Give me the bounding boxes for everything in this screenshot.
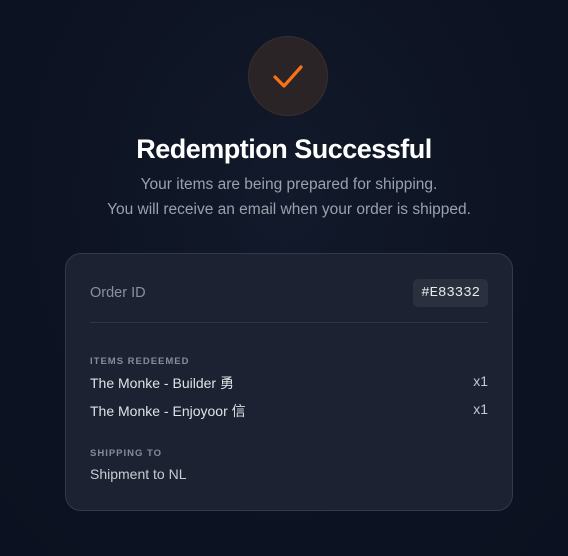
order-id-label: Order ID [90,285,146,301]
list-item: The Monke - Enjoyoor 信 x1 [90,401,488,421]
shipping-destination: Shipment to NL [90,466,187,482]
shipping-to-label: SHIPPING TO [90,448,163,459]
checkmark-icon [273,65,303,88]
item-quantity: x1 [473,373,488,389]
item-name: The Monke - Enjoyoor 信 [90,403,246,419]
items-redeemed-label: ITEMS REDEEMED [90,356,190,367]
order-id-row: Order ID #E83332 [90,278,488,308]
divider [90,322,488,323]
page-title: Redemption Successful [136,134,432,164]
list-item: The Monke - Builder 勇 x1 [90,373,488,393]
order-id-value[interactable]: #E83332 [413,279,488,307]
item-quantity: x1 [473,401,488,417]
order-summary-card: Order ID #E83332 ITEMS REDEEMED The Monk… [65,253,513,511]
success-badge [248,36,328,116]
item-name: The Monke - Builder 勇 [90,375,234,391]
subtitle-line-2: You will receive an email when your orde… [107,201,471,218]
subtitle-line-1: Your items are being prepared for shippi… [140,176,438,193]
